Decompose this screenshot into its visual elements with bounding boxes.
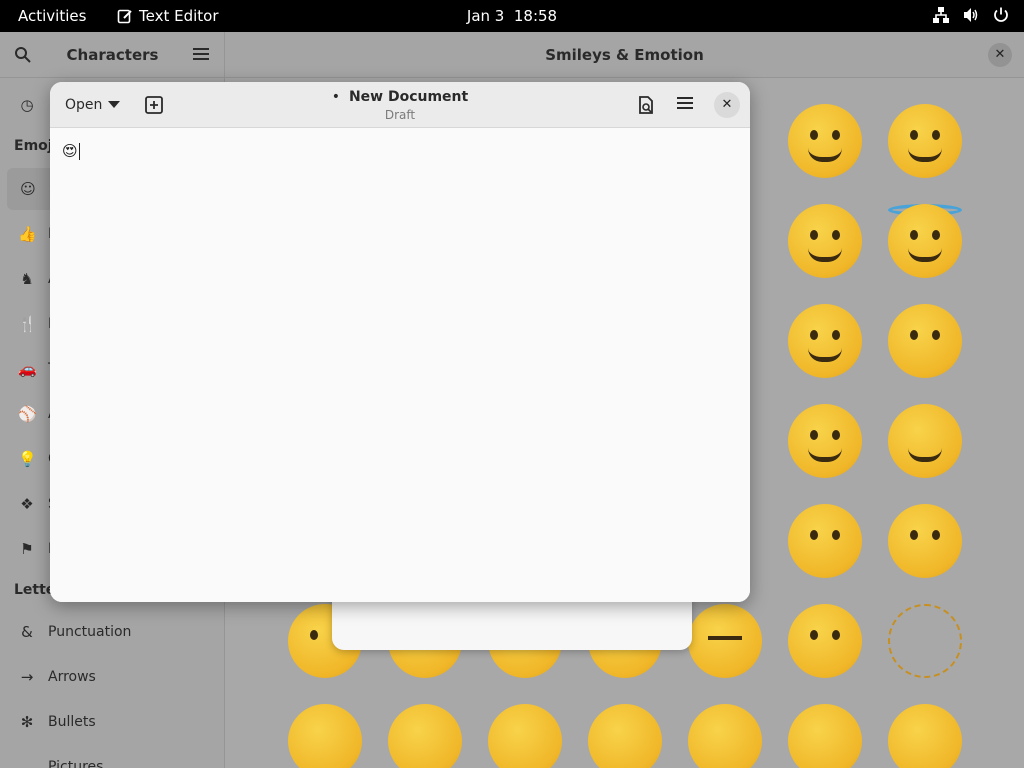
ampersand-icon: & (21, 623, 33, 641)
lightbulb-icon: 💡 (18, 450, 37, 468)
emoji-lying[interactable] (888, 704, 962, 768)
sidebar-item-label: Punctuation (48, 624, 132, 640)
document-name: New Document (348, 89, 469, 105)
close-icon[interactable]: ✕ (988, 43, 1012, 67)
emoji-zany[interactable] (788, 404, 862, 478)
clock-icon: ◷ (20, 96, 34, 114)
power-icon (994, 7, 1008, 22)
emoji-smiling-eyes[interactable] (788, 204, 862, 278)
editor-content[interactable]: 😍 (62, 142, 80, 160)
emoji-expressionless[interactable] (688, 604, 762, 678)
food-icon: 🍴 (18, 315, 37, 333)
arrow-icon: → (20, 668, 34, 686)
volume-icon (964, 8, 978, 22)
sidebar-item-punctuation[interactable]: & Punctuation (18, 622, 131, 642)
clock-date: Jan 3 (466, 7, 505, 25)
sidebar-item-label: Bullets (48, 714, 96, 730)
network-icon (933, 7, 949, 23)
animal-icon: ♞ (20, 270, 34, 288)
top-bar: Activities Text Editor Jan 3 18:58 (0, 0, 1024, 32)
emoji-relieved[interactable] (788, 304, 862, 378)
editor-text-area[interactable]: 😍 (50, 128, 750, 602)
thumbs-up-icon: 👍 (18, 225, 37, 243)
document-text: 😍 (62, 142, 78, 160)
system-tray[interactable] (932, 6, 1010, 24)
hamburger-menu-icon[interactable] (193, 47, 209, 61)
bullet-icon: ✻ (20, 713, 34, 731)
sidebar-item-recent[interactable]: ◷ (18, 95, 36, 115)
save-document-icon[interactable] (636, 95, 656, 115)
sidebar-item-label: Arrows (48, 669, 96, 685)
sidebar-title: Characters (66, 46, 159, 64)
sidebar-item-label: Pictures (48, 759, 104, 768)
emoji-rolling-eyes[interactable] (588, 704, 662, 768)
clock[interactable]: Jan 3 18:58 (0, 7, 1024, 25)
smiley-icon: ☺ (20, 180, 36, 198)
emoji-halo[interactable] (888, 204, 962, 278)
flag-icon: ⚑ (20, 540, 34, 558)
emoji-dotted-line-face[interactable] (888, 604, 962, 678)
emoji-squinting-tongue[interactable] (888, 404, 962, 478)
emoji-no-mouth[interactable] (788, 604, 862, 678)
emoji-thinking[interactable] (888, 504, 962, 578)
emoji-kissing-closed-eyes[interactable] (888, 304, 962, 378)
text-cursor (78, 142, 80, 160)
symbols-icon: ❖ (20, 495, 34, 513)
text-editor-window: Open • New Document Draft ✕ 😍 (50, 82, 750, 602)
clock-time: 18:58 (513, 7, 558, 25)
emoji-face-in-clouds[interactable] (288, 704, 362, 768)
modified-indicator: • (331, 89, 341, 105)
sidebar-item-pictures[interactable]: Pictures (18, 757, 103, 768)
emoji-smirking[interactable] (388, 704, 462, 768)
section-emoji: Emoj (14, 138, 53, 154)
sidebar-header: Characters (0, 32, 225, 78)
emoji-unamused[interactable] (488, 704, 562, 768)
editor-headerbar: Open • New Document Draft ✕ (50, 82, 750, 128)
activities-icon: ⚾ (18, 405, 37, 423)
sidebar-item-bullets[interactable]: ✻ Bullets (18, 712, 96, 732)
emoji-grinning-sweat[interactable] (788, 104, 862, 178)
category-title: Smileys & Emotion (545, 46, 704, 64)
emoji-exhaling[interactable] (788, 704, 862, 768)
close-icon[interactable]: ✕ (714, 92, 740, 118)
main-header: Smileys & Emotion ✕ (225, 32, 1024, 78)
emoji-rofl[interactable] (888, 104, 962, 178)
sidebar-item-arrows[interactable]: → Arrows (18, 667, 96, 687)
car-icon: 🚗 (18, 360, 37, 378)
emoji-grimacing[interactable] (688, 704, 762, 768)
emoji-shushing[interactable] (788, 504, 862, 578)
hamburger-menu-icon[interactable] (677, 96, 693, 110)
